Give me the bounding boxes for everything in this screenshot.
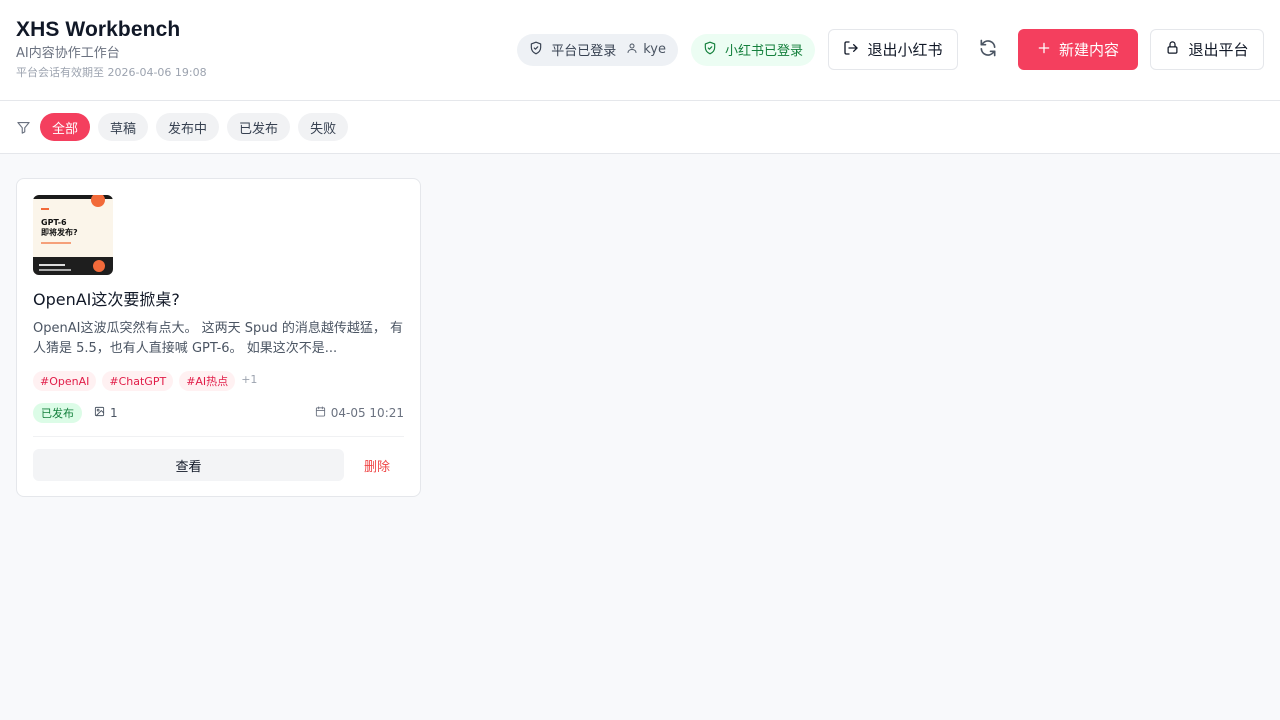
refresh-button[interactable] — [958, 29, 1018, 70]
refresh-icon — [978, 38, 998, 62]
app-title: XHS Workbench — [16, 18, 181, 41]
shield-check-icon — [529, 41, 543, 59]
thumbnail-line-1: GPT-6 — [41, 218, 67, 227]
filter-chip-published[interactable]: 已发布 — [227, 113, 291, 141]
logout-icon — [843, 40, 867, 60]
shield-check-icon — [703, 41, 717, 59]
username: kye — [643, 42, 666, 57]
tag: #ChatGPT — [102, 371, 174, 391]
card-thumbnail[interactable]: GPT-6 即将发布? — [33, 195, 113, 275]
plus-icon — [1037, 41, 1059, 59]
session-expiry: 平台会话有效期至 2026-04-06 19:08 — [16, 66, 207, 79]
view-button[interactable]: 查看 — [33, 449, 344, 481]
logout-platform-button[interactable]: 退出平台 — [1150, 29, 1264, 70]
tag: #OpenAI — [33, 371, 97, 391]
thumbnail-line-2: 即将发布? — [41, 228, 78, 237]
filter-chip-all[interactable]: 全部 — [40, 113, 91, 141]
user-icon — [626, 42, 638, 58]
tag: #AI热点 — [179, 371, 236, 391]
content-area: GPT-6 即将发布? OpenAI这次要掀桌? OpenAI这波瓜突然有点大。… — [0, 154, 1280, 521]
filter-bar: 全部 草稿 发布中 已发布 失败 — [0, 101, 1280, 154]
brand: XHS Workbench AI内容协作工作台 平台会话有效期至 2026-04… — [16, 17, 207, 80]
filter-chip-failed[interactable]: 失败 — [298, 113, 349, 141]
new-content-button[interactable]: 新建内容 — [1018, 29, 1138, 70]
tags-more-count: +1 — [241, 372, 258, 386]
calendar-icon — [315, 406, 331, 420]
image-icon — [94, 406, 110, 420]
filter-icon — [16, 120, 31, 135]
logout-platform-label: 退出平台 — [1188, 41, 1249, 59]
image-count: 1 — [94, 406, 118, 420]
lock-icon — [1165, 40, 1188, 59]
filter-chip-publishing[interactable]: 发布中 — [156, 113, 220, 141]
card-divider — [33, 436, 404, 437]
app-subtitle: AI内容协作工作台 — [16, 46, 120, 61]
app-header: XHS Workbench AI内容协作工作台 平台会话有效期至 2026-04… — [0, 0, 1280, 101]
platform-status-badge: 平台已登录 kye — [517, 33, 678, 66]
card-excerpt: OpenAI这波瓜突然有点大。 这两天 Spud 的消息越传越猛， 有人猜是 5… — [33, 321, 403, 356]
content-card: GPT-6 即将发布? OpenAI这次要掀桌? OpenAI这波瓜突然有点大。… — [16, 178, 421, 497]
card-meta: 已发布 1 04-05 10:21 — [33, 403, 404, 423]
logout-xhs-label: 退出小红书 — [867, 41, 943, 59]
card-date-value: 04-05 10:21 — [330, 406, 404, 420]
header-actions: 平台已登录 kye 小红书已登录 退出小红书 新建内容 退出平台 — [517, 29, 1264, 70]
card-title: OpenAI这次要掀桌? — [33, 290, 180, 309]
card-date: 04-05 10:21 — [315, 406, 404, 420]
filter-chip-draft[interactable]: 草稿 — [98, 113, 149, 141]
card-actions: 查看 删除 — [33, 449, 404, 481]
new-content-label: 新建内容 — [1058, 41, 1119, 59]
xhs-status-text: 小红书已登录 — [724, 44, 803, 59]
logout-xhs-button[interactable]: 退出小红书 — [828, 29, 958, 70]
platform-status-text: 平台已登录 — [551, 44, 617, 59]
delete-button[interactable]: 删除 — [364, 456, 390, 475]
status-badge: 已发布 — [33, 403, 82, 423]
xhs-status-badge: 小红书已登录 — [690, 33, 815, 66]
card-tags: #OpenAI #ChatGPT #AI热点 +1 — [33, 371, 404, 391]
image-count-value: 1 — [110, 406, 118, 420]
